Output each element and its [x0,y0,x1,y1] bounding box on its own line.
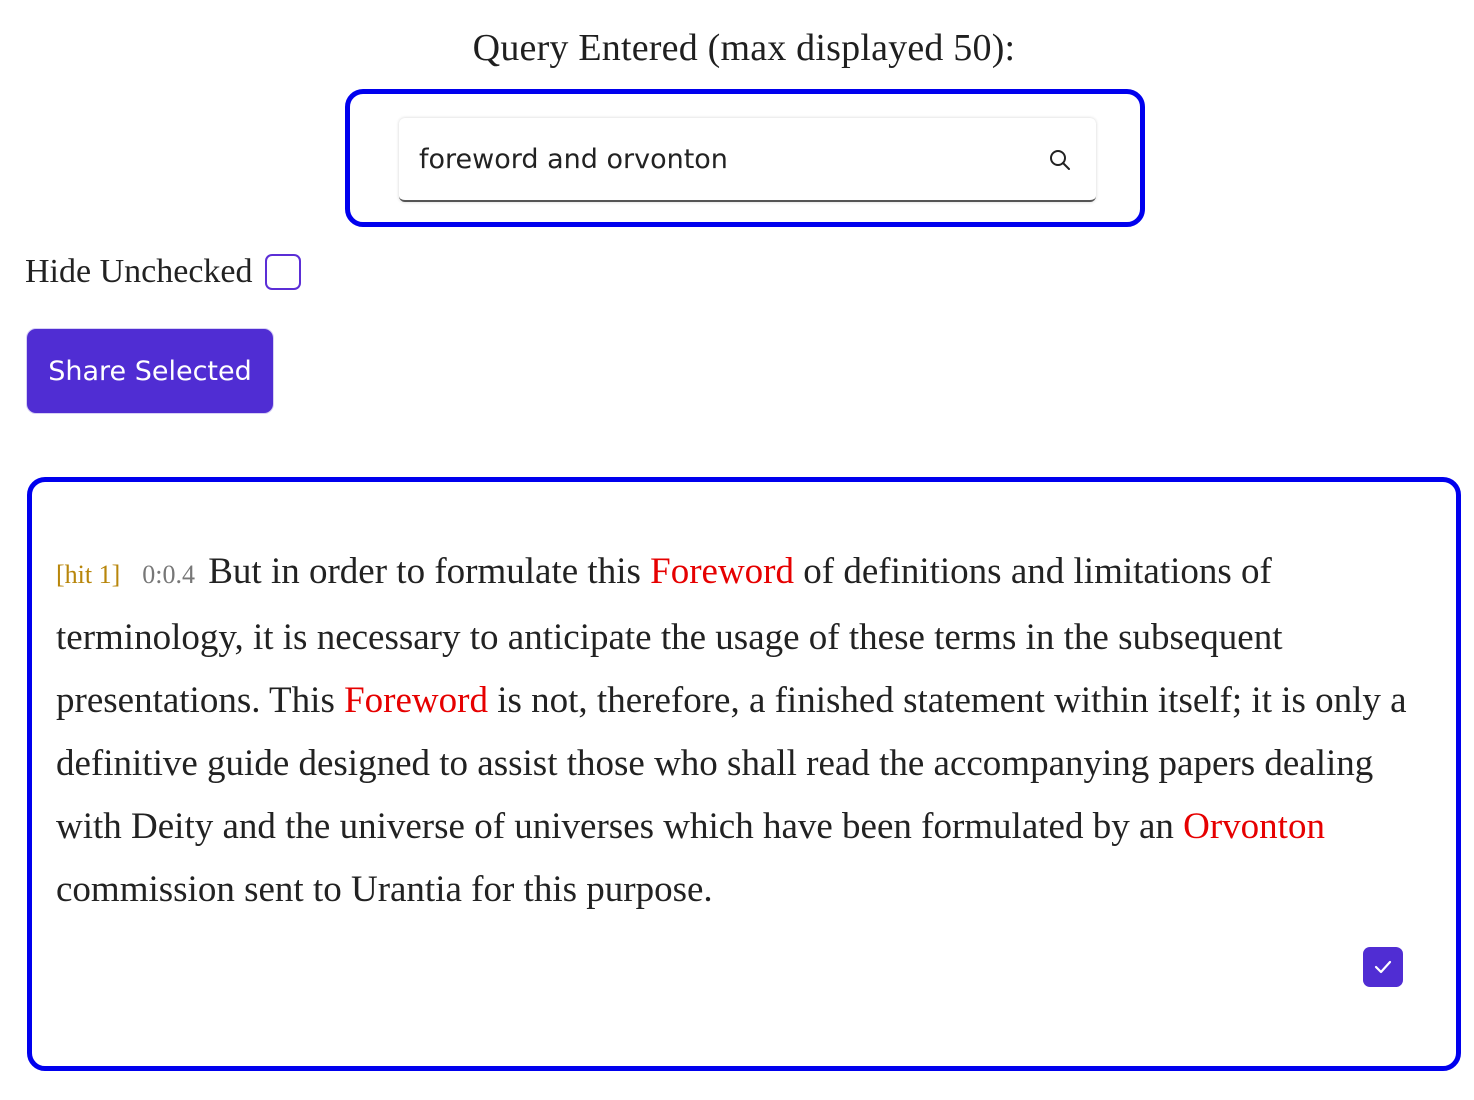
paragraph-reference: 0:0.4 [142,560,195,589]
checkmark-icon [1374,960,1392,974]
search-icon[interactable] [1048,148,1072,172]
hit-label[interactable]: [hit 1] [56,560,120,589]
page-title: Query Entered (max displayed 50): [472,27,1016,69]
highlighted-term: Foreword [344,680,488,721]
hit-select-checkbox[interactable] [1363,947,1403,987]
hit-paragraph: [hit 1] 0:0.4 But in order to formulate t… [56,540,1448,921]
highlighted-term: Foreword [650,551,794,592]
hit-text-segment: commission sent to Urantia for this purp… [56,869,713,910]
search-frame [345,89,1145,227]
hide-unchecked-checkbox[interactable] [264,254,301,290]
search-input[interactable] [419,118,1019,200]
share-selected-button[interactable]: Share Selected [26,328,274,414]
results-panel: [hit 1] 0:0.4 But in order to formulate t… [27,477,1461,1071]
hit-text-segment: But in order to formulate this [208,551,651,592]
hide-unchecked-label: Hide Unchecked [25,253,253,290]
highlighted-term: Orvonton [1183,806,1325,847]
hide-unchecked-row: Hide Unchecked [25,250,301,294]
search-box[interactable] [399,118,1096,202]
